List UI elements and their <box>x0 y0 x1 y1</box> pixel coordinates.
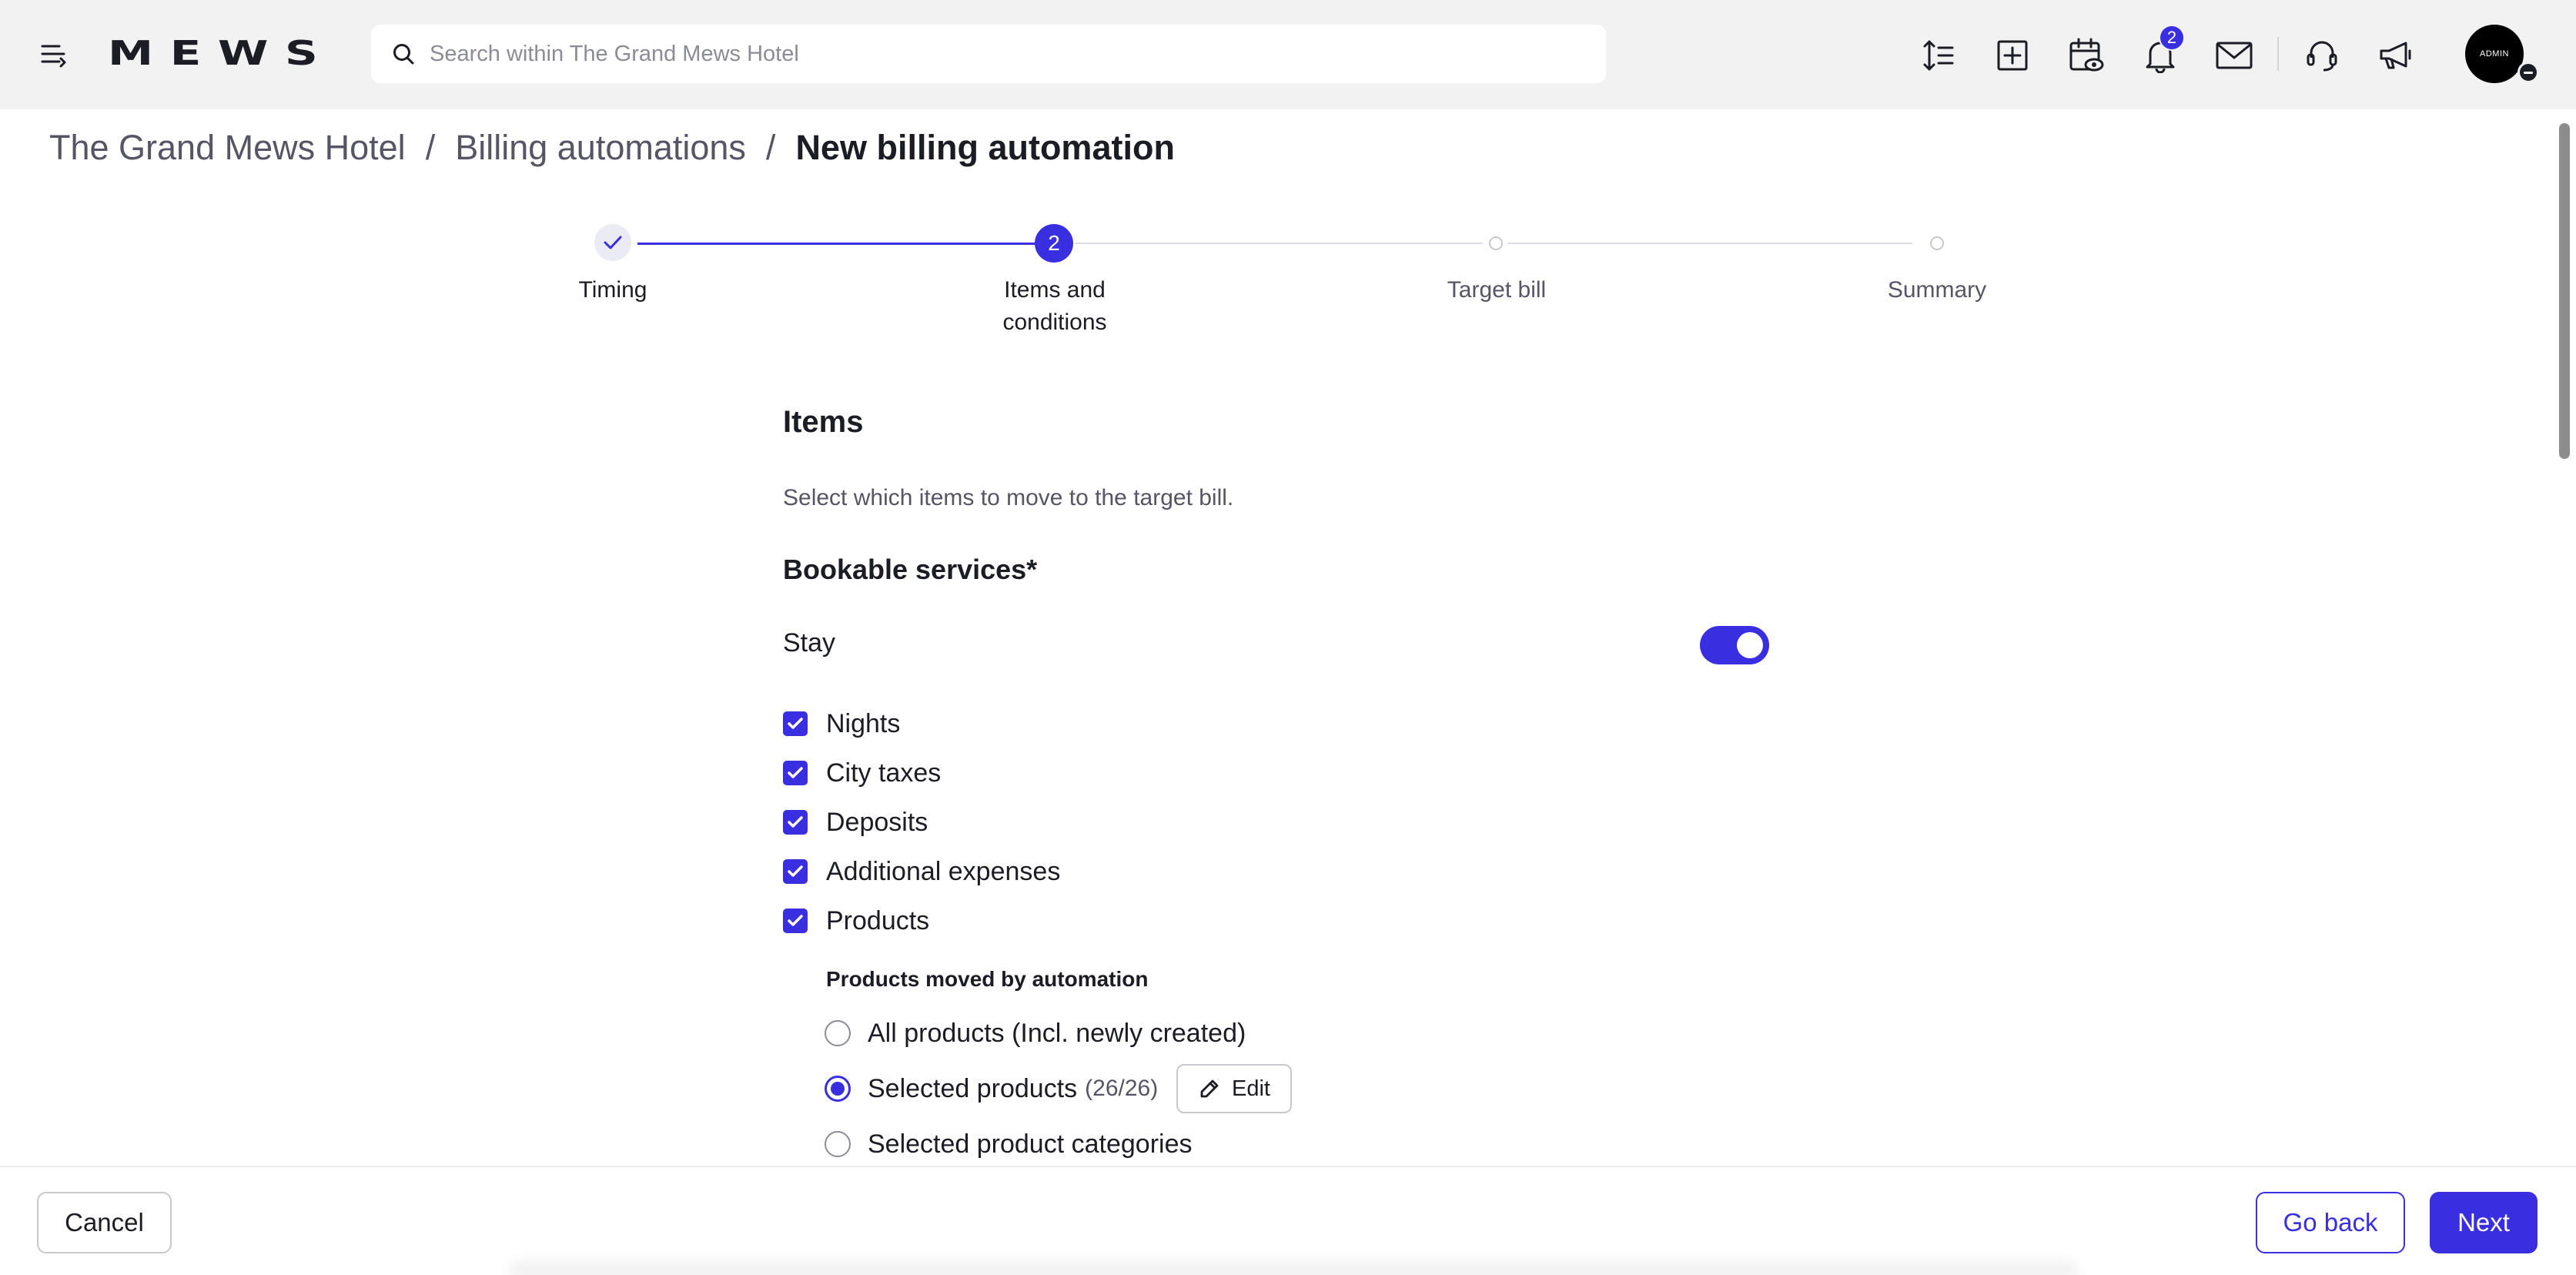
step-connector-done <box>637 243 1035 245</box>
checkbox-nights[interactable]: Nights <box>783 708 900 739</box>
radio-selected-products[interactable]: Selected products (26/26) <box>825 1069 1158 1108</box>
headset-icon[interactable] <box>2297 31 2347 80</box>
checkbox-label: Additional expenses <box>826 856 1061 886</box>
breadcrumb-separator: / <box>425 128 436 167</box>
step-label-summary: Summary <box>1887 277 1987 303</box>
avatar[interactable]: ADMIN <box>2465 25 2524 83</box>
checkbox-label: Nights <box>826 708 901 738</box>
stay-toggle[interactable] <box>1700 626 1769 664</box>
step-items-number: 2 <box>1035 224 1073 263</box>
mews-logo[interactable]: MEWS <box>108 34 334 73</box>
toolbar-divider <box>2277 37 2279 71</box>
bookable-services-heading: Bookable services* <box>783 554 1038 585</box>
step-label-timing[interactable]: Timing <box>497 274 728 306</box>
checkbox-checked-icon <box>783 909 808 933</box>
items-description: Select which items to move to the target… <box>783 485 1234 510</box>
checkbox-label: Products <box>826 905 930 935</box>
checkbox-checked-icon <box>783 761 808 785</box>
radio-unselected-icon <box>825 1131 851 1157</box>
breadcrumb: The Grand Mews Hotel / Billing automatio… <box>49 128 1175 168</box>
step-label-items-conditions: Items and conditions <box>939 274 1170 339</box>
sort-lines-icon[interactable] <box>1914 31 1963 80</box>
next-button[interactable]: Next <box>2430 1192 2538 1253</box>
step-summary-dot <box>1930 236 1944 250</box>
step-label-line: conditions <box>1002 310 1107 335</box>
top-bar: MEWS 2 ADMIN <box>0 0 2576 109</box>
checkbox-deposits[interactable]: Deposits <box>783 807 928 838</box>
checkbox-additional-expenses[interactable]: Additional expenses <box>783 856 1060 887</box>
checkbox-city-taxes[interactable]: City taxes <box>783 758 941 788</box>
pencil-icon <box>1200 1079 1219 1098</box>
step-connector <box>1075 243 1483 244</box>
scrollbar-thumb[interactable] <box>2559 123 2570 459</box>
plus-square-icon[interactable] <box>1988 31 2037 80</box>
search-bar[interactable] <box>371 25 1606 83</box>
breadcrumb-billing-automations[interactable]: Billing automations <box>455 128 746 168</box>
checkbox-checked-icon <box>783 859 808 884</box>
edit-products-button[interactable]: Edit <box>1176 1064 1292 1113</box>
menu-collapse-icon[interactable] <box>37 38 72 74</box>
checkbox-label: City taxes <box>826 758 942 788</box>
calendar-eye-icon[interactable] <box>2062 31 2111 80</box>
envelope-icon[interactable] <box>2210 31 2259 80</box>
megaphone-icon[interactable] <box>2371 31 2420 80</box>
step-label-line: Items and <box>1004 277 1106 303</box>
radio-all-products[interactable]: All products (Incl. newly created) <box>825 1014 1246 1052</box>
search-icon <box>382 32 425 75</box>
checkbox-checked-icon <box>783 711 808 736</box>
page-title: New billing automation <box>795 128 1175 167</box>
step-target-bill-dot <box>1489 236 1503 250</box>
radio-label: All products (Incl. newly created) <box>868 1018 1246 1048</box>
items-heading: Items <box>783 405 864 439</box>
radio-label: Selected product categories <box>868 1129 1193 1159</box>
notifications-badge: 2 <box>2159 25 2185 51</box>
products-moved-heading: Products moved by automation <box>826 967 1149 991</box>
stay-label: Stay <box>783 628 836 658</box>
breadcrumb-separator: / <box>765 128 776 167</box>
status-indicator <box>2517 62 2539 83</box>
toggle-knob <box>1737 632 1763 658</box>
radio-label: Selected products <box>868 1073 1078 1103</box>
footer-shadow <box>508 1257 2079 1275</box>
step-label-target-bill: Target bill <box>1447 277 1547 303</box>
go-back-button[interactable]: Go back <box>2256 1192 2405 1253</box>
breadcrumb-hotel[interactable]: The Grand Mews Hotel <box>49 128 406 168</box>
checkbox-products[interactable]: Products <box>783 905 929 936</box>
step-timing-check-icon[interactable] <box>594 224 631 261</box>
step-connector <box>1507 243 1912 244</box>
radio-selected-categories[interactable]: Selected product categories <box>825 1125 1192 1163</box>
radio-unselected-icon <box>825 1020 851 1046</box>
edit-label: Edit <box>1232 1076 1270 1101</box>
checkbox-checked-icon <box>783 810 808 835</box>
cancel-button[interactable]: Cancel <box>37 1192 172 1253</box>
checkbox-label: Deposits <box>826 807 928 837</box>
selected-products-count: (26/26) <box>1085 1076 1159 1101</box>
search-input[interactable] <box>430 41 1569 67</box>
radio-selected-icon <box>825 1076 851 1102</box>
